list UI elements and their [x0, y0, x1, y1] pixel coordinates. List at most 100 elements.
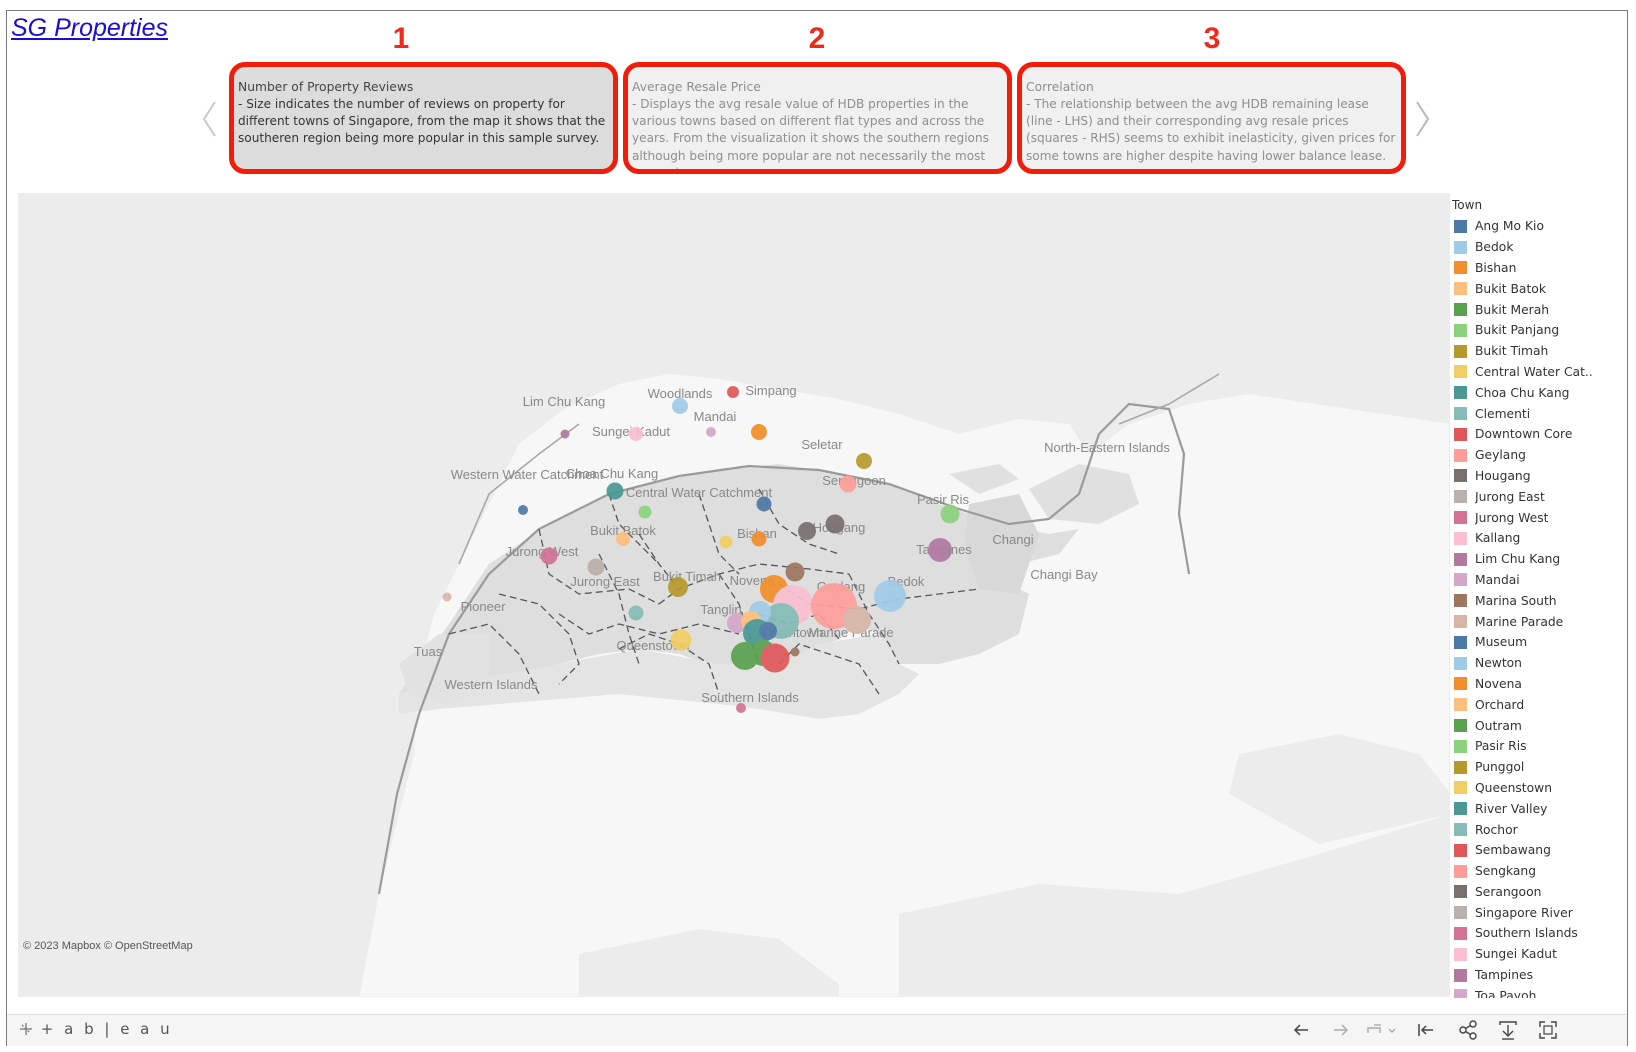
legend-item[interactable]: Sembawang — [1450, 840, 1630, 861]
legend-item[interactable]: Queenstown — [1450, 778, 1630, 799]
legend-swatch — [1454, 219, 1467, 233]
previous-story-point-button[interactable] — [200, 94, 220, 144]
legend-label: Sengkang — [1475, 864, 1537, 879]
legend-item[interactable]: River Valley — [1450, 798, 1630, 819]
legend-item[interactable]: Bukit Panjang — [1450, 320, 1630, 341]
chevron-right-icon — [1416, 101, 1430, 137]
legend-swatch — [1454, 947, 1467, 961]
legend-swatch — [1454, 843, 1467, 857]
legend-item[interactable]: Museum — [1450, 632, 1630, 653]
legend-item[interactable]: Tampines — [1450, 965, 1630, 986]
legend-label: Novena — [1475, 676, 1522, 691]
legend-label: Marina South — [1475, 593, 1557, 608]
redo-button[interactable] — [1330, 1019, 1352, 1041]
legend-item[interactable]: Marina South — [1450, 590, 1630, 611]
legend-label: Punggol — [1475, 760, 1525, 775]
undo-icon — [1293, 1024, 1308, 1036]
next-story-point-button[interactable] — [1412, 94, 1432, 144]
legend-item[interactable]: Orchard — [1450, 694, 1630, 715]
go-to-start-button[interactable] — [1415, 1019, 1437, 1041]
revert-button[interactable] — [1365, 1019, 1399, 1041]
legend-label: Bishan — [1475, 260, 1517, 275]
place-label: Bukit Timah — [653, 569, 721, 584]
legend-swatch — [1454, 552, 1467, 566]
legend-item[interactable]: Rochor — [1450, 819, 1630, 840]
legend-item[interactable]: Southern Islands — [1450, 923, 1630, 944]
legend-item[interactable]: Geylang — [1450, 445, 1630, 466]
legend-label: Lim Chu Kang — [1475, 552, 1561, 567]
legend-label: Southern Islands — [1475, 926, 1578, 941]
legend-item[interactable]: Singapore River — [1450, 902, 1630, 923]
legend-item[interactable]: Bukit Timah — [1450, 341, 1630, 362]
legend-item[interactable]: Lim Chu Kang — [1450, 549, 1630, 570]
tableau-toolbar: + a b | e a u — [7, 1014, 1627, 1046]
story-point-caption: - The relationship between the avg HDB r… — [1026, 97, 1396, 163]
legend-item[interactable]: Punggol — [1450, 757, 1630, 778]
tableau-mark-icon — [20, 1023, 32, 1035]
legend-swatch — [1454, 407, 1467, 421]
share-button[interactable] — [1457, 1019, 1479, 1041]
bubble-lim-chu-kang — [560, 429, 570, 439]
bubble-southern-islands — [736, 703, 746, 713]
legend-swatch — [1454, 906, 1467, 920]
legend-item[interactable]: Marine Parade — [1450, 611, 1630, 632]
legend-item[interactable]: Bishan — [1450, 258, 1630, 279]
legend-item[interactable]: Jurong East — [1450, 486, 1630, 507]
story-step-number-1: 1 — [392, 22, 410, 55]
place-label: Changi — [992, 532, 1033, 547]
legend-label: Serangoon — [1475, 884, 1542, 899]
place-label: Southern Islands — [701, 690, 799, 705]
legend-item[interactable]: Ang Mo Kio — [1450, 216, 1630, 237]
legend-item[interactable]: Bukit Batok — [1450, 278, 1630, 299]
bubble-serangoon — [798, 522, 816, 540]
legend-swatch — [1454, 760, 1467, 774]
story-point-2[interactable]: Average Resale Price - Displays the avg … — [623, 62, 1012, 174]
legend-label: Sungei Kadut — [1475, 947, 1557, 962]
legend-item[interactable]: Mandai — [1450, 570, 1630, 591]
dashboard-title-link[interactable]: SG Properties — [11, 14, 168, 43]
legend-label: Bukit Panjang — [1475, 323, 1560, 338]
undo-button[interactable] — [1290, 1019, 1312, 1041]
story-step-number-2: 2 — [808, 22, 826, 55]
legend-item[interactable]: Bukit Merah — [1450, 299, 1630, 320]
legend-item[interactable]: Hougang — [1450, 466, 1630, 487]
legend-label: Bukit Timah — [1475, 344, 1549, 359]
place-label: Pioneer — [461, 599, 506, 614]
legend-title: Town — [1452, 198, 1483, 212]
story-point-title: Average Resale Price — [632, 80, 761, 94]
legend-item[interactable]: Bedok — [1450, 237, 1630, 258]
legend-swatch — [1454, 781, 1467, 795]
legend-swatch — [1454, 823, 1467, 836]
bubble-marine-parade — [843, 606, 871, 634]
story-point-1[interactable]: Number of Property Reviews - Size indica… — [229, 62, 618, 174]
fullscreen-button[interactable] — [1537, 1019, 1559, 1041]
legend-item[interactable]: Sungei Kadut — [1450, 944, 1630, 965]
legend-swatch — [1454, 968, 1467, 982]
legend-swatch — [1454, 282, 1467, 296]
legend-item[interactable]: Outram — [1450, 715, 1630, 736]
story-point-3[interactable]: Correlation - The relationship between t… — [1017, 62, 1406, 174]
legend-item[interactable]: Kallang — [1450, 528, 1630, 549]
legend-item[interactable]: Jurong West — [1450, 507, 1630, 528]
legend-swatch — [1454, 594, 1467, 608]
singapore-map[interactable]: Woodlands Simpang Lim Chu Kang Mandai Su… — [18, 193, 1450, 997]
legend-item[interactable]: Novena — [1450, 674, 1630, 695]
legend-item[interactable]: Clementi — [1450, 403, 1630, 424]
legend-item[interactable]: Serangoon — [1450, 882, 1630, 903]
place-label: Simpang — [745, 383, 796, 398]
legend-item[interactable]: Pasir Ris — [1450, 736, 1630, 757]
place-label: Choa Chu Kang — [566, 466, 659, 481]
legend-item[interactable]: Central Water Cat.. — [1450, 362, 1630, 383]
legend-item[interactable]: Newton — [1450, 653, 1630, 674]
legend-item[interactable]: Sengkang — [1450, 861, 1630, 882]
bubble-punggol — [856, 453, 872, 469]
bubble-western-water — [518, 505, 528, 515]
legend-item[interactable]: Toa Payoh — [1450, 985, 1630, 998]
download-button[interactable] — [1497, 1019, 1519, 1041]
legend-item[interactable]: Downtown Core — [1450, 424, 1630, 445]
bubble-downtown-core — [760, 643, 790, 673]
bubble-hougang — [825, 514, 845, 534]
legend-swatch — [1454, 698, 1467, 712]
legend-item[interactable]: Choa Chu Kang — [1450, 382, 1630, 403]
tableau-logo[interactable]: + a b | e a u — [19, 1020, 173, 1038]
